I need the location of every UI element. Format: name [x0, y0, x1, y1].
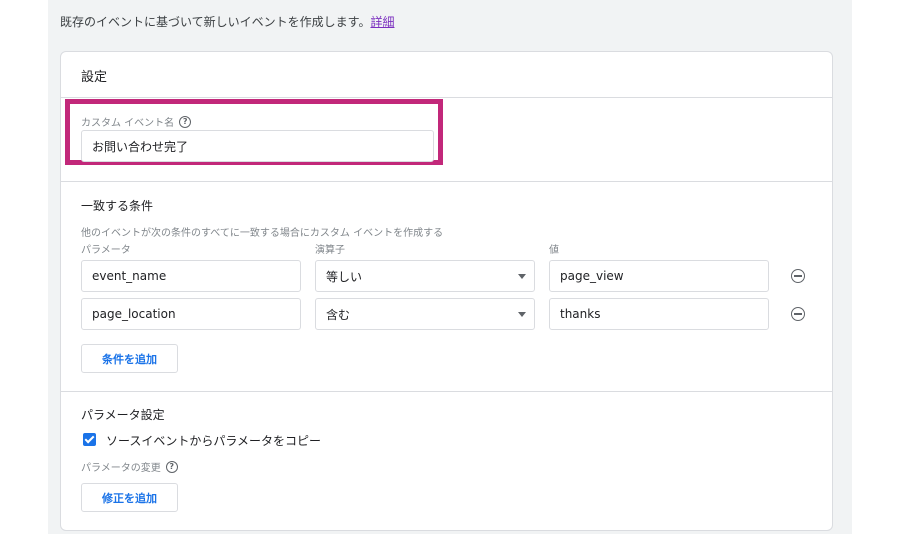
- dropdown-arrow-icon: [518, 274, 526, 279]
- add-condition-button[interactable]: 条件を追加: [81, 344, 178, 373]
- condition-value-input[interactable]: page_view: [549, 260, 769, 292]
- condition-operator-select[interactable]: 等しい: [315, 260, 535, 292]
- custom-event-name-value: お問い合わせ完了: [92, 139, 189, 154]
- column-header-parameter: パラメータ: [81, 245, 131, 256]
- conditions-title: 一致する条件: [81, 199, 154, 213]
- divider: [61, 391, 832, 392]
- condition-operator-value: 含む: [326, 307, 351, 322]
- param-settings-title: パラメータ設定: [81, 408, 165, 422]
- help-circle-icon[interactable]: ?: [179, 115, 192, 128]
- custom-event-name-input[interactable]: お問い合わせ完了: [81, 130, 434, 162]
- intro-text: 既存のイベントに基づいて新しいイベントを作成します。詳細: [60, 13, 394, 30]
- condition-param-input[interactable]: event_name: [81, 260, 301, 292]
- condition-operator-value: 等しい: [326, 269, 363, 284]
- condition-param-input[interactable]: page_location: [81, 298, 301, 330]
- add-modification-button[interactable]: 修正を追加: [81, 483, 178, 512]
- condition-value-input[interactable]: thanks: [549, 298, 769, 330]
- custom-event-label: カスタム イベント名 ?: [81, 114, 192, 129]
- remove-circle-icon[interactable]: [791, 307, 805, 321]
- details-link[interactable]: 詳細: [370, 15, 394, 29]
- settings-card: 設定 カスタム イベント名 ? お問い合わせ完了 一致する条件 他のイベントが次…: [60, 51, 833, 531]
- custom-event-label-text: カスタム イベント名: [81, 118, 175, 129]
- condition-value-text: thanks: [560, 307, 601, 321]
- copy-params-checkbox[interactable]: [83, 433, 96, 446]
- dropdown-arrow-icon: [518, 312, 526, 317]
- copy-params-label[interactable]: ソースイベントからパラメータをコピー: [106, 432, 321, 449]
- conditions-hint: 他のイベントが次の条件のすべてに一致する場合にカスタム イベントを作成する: [81, 228, 444, 239]
- column-header-operator: 演算子: [315, 245, 345, 256]
- column-header-value: 値: [549, 245, 559, 256]
- condition-operator-select[interactable]: 含む: [315, 298, 535, 330]
- param-modify-label-text: パラメータの変更: [81, 463, 161, 474]
- card-title: 設定: [81, 70, 108, 85]
- param-modify-label: パラメータの変更 ?: [81, 459, 178, 474]
- help-circle-icon[interactable]: ?: [165, 460, 178, 473]
- divider: [61, 97, 832, 98]
- divider: [61, 181, 832, 182]
- remove-circle-icon[interactable]: [791, 269, 805, 283]
- condition-value-text: page_view: [560, 269, 624, 283]
- intro-description: 既存のイベントに基づいて新しいイベントを作成します。: [60, 15, 371, 29]
- condition-param-value: page_location: [92, 307, 176, 321]
- condition-param-value: event_name: [92, 269, 167, 283]
